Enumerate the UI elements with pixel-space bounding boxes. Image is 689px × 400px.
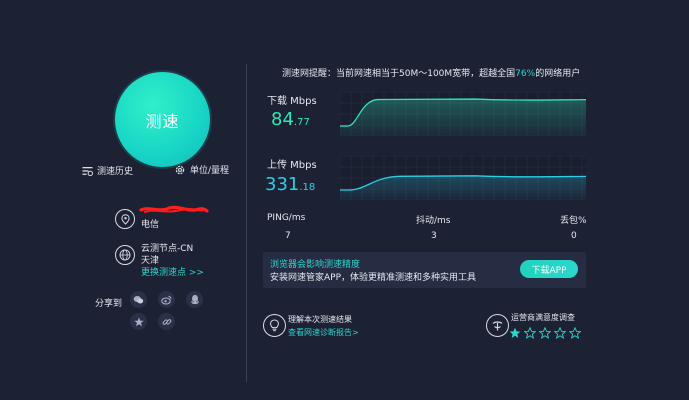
speed-button-label: 测速 [145, 111, 180, 131]
ping-label: PING/ms [267, 213, 306, 223]
share-label: 分享到 [95, 299, 123, 309]
diagnosis-report-link[interactable]: 查看网速诊断报告> [288, 327, 359, 338]
download-area [340, 99, 586, 136]
qq-icon [190, 294, 199, 305]
weibo-icon [161, 295, 172, 305]
isp-name: 电信 [141, 220, 160, 230]
link-icon [162, 318, 171, 325]
download-label: 下载 Mbps [267, 96, 317, 107]
satisfaction-rating [509, 327, 581, 339]
qq-share-button[interactable] [186, 291, 203, 308]
promo-subtitle: 安装网速管家APP，体验更精准测速和多种实用工具 [270, 273, 477, 283]
start-speed-test-button[interactable]: 测速 [115, 72, 210, 167]
node-city: 天津 [141, 256, 160, 266]
rating-star-icon[interactable] [509, 327, 521, 339]
copy-link-share-button[interactable] [158, 313, 175, 330]
test-node-info: 云测节点-CN 天津 更换测速点 >> [115, 243, 204, 279]
weibo-share-button[interactable] [158, 291, 175, 308]
download-int: 84 [271, 109, 294, 130]
jitter-label: 抖动/ms [416, 216, 451, 226]
lightbulb-icon [263, 314, 286, 337]
download-speed-value: 84.77 [271, 109, 310, 130]
promo-title: 浏览器会影响测速精度 [270, 260, 361, 270]
history-icon [82, 166, 93, 176]
isp-info: 电信 [115, 205, 209, 231]
rating-star-icon[interactable] [524, 327, 536, 339]
location-pin-icon [115, 209, 135, 229]
download-dec: .77 [293, 117, 310, 128]
units-label: 单位/量程 [190, 166, 230, 176]
download-app-button[interactable]: 下载APP [520, 260, 578, 278]
panel-divider [246, 64, 247, 382]
ping-value: 7 [285, 231, 291, 241]
redaction-scribble [139, 205, 209, 214]
upload-dec: .18 [299, 182, 316, 193]
upload-speed-value: 331.18 [265, 174, 315, 195]
history-link[interactable]: 测速历史 [82, 164, 133, 177]
units-settings-link[interactable]: 单位/量程 [174, 163, 229, 176]
jitter-value: 3 [431, 231, 437, 241]
tip-prefix: 测速网提醒：当前网速相当于50M～100M宽带，超越全国 [282, 69, 516, 79]
tip-percentile: 76% [515, 69, 536, 79]
change-node-link[interactable]: 更换测速点 >> [141, 267, 204, 279]
wechat-icon [133, 295, 144, 303]
star-icon [133, 317, 144, 326]
upload-label: 上传 Mbps [267, 160, 317, 171]
telecom-logo-icon [486, 314, 509, 337]
globe-icon [115, 245, 135, 265]
packet-loss-label: 丢包% [560, 216, 587, 226]
survey-title: 运营商满意度调查 [511, 313, 575, 322]
rating-star-icon[interactable] [539, 327, 551, 339]
rating-star-icon[interactable] [554, 327, 566, 339]
rating-star-icon[interactable] [569, 327, 581, 339]
upload-int: 331 [265, 174, 300, 195]
download-app-label: 下载APP [531, 265, 567, 276]
packet-loss-value: 0 [571, 231, 577, 241]
upload-graph [340, 156, 586, 200]
qzone-share-button[interactable] [130, 313, 147, 330]
wechat-share-button[interactable] [130, 291, 147, 308]
tip-suffix: 的网络用户 [535, 69, 581, 79]
speed-tip-banner: 测速网提醒：当前网速相当于50M～100M宽带，超越全国76%的网络用户 [282, 66, 580, 79]
gear-icon [175, 165, 185, 174]
download-graph [340, 92, 586, 136]
history-label: 测速历史 [97, 167, 134, 177]
node-label: 云测节点-CN [141, 244, 194, 254]
result-title: 理解本次测速结果 [288, 315, 352, 324]
upload-area [340, 175, 586, 200]
